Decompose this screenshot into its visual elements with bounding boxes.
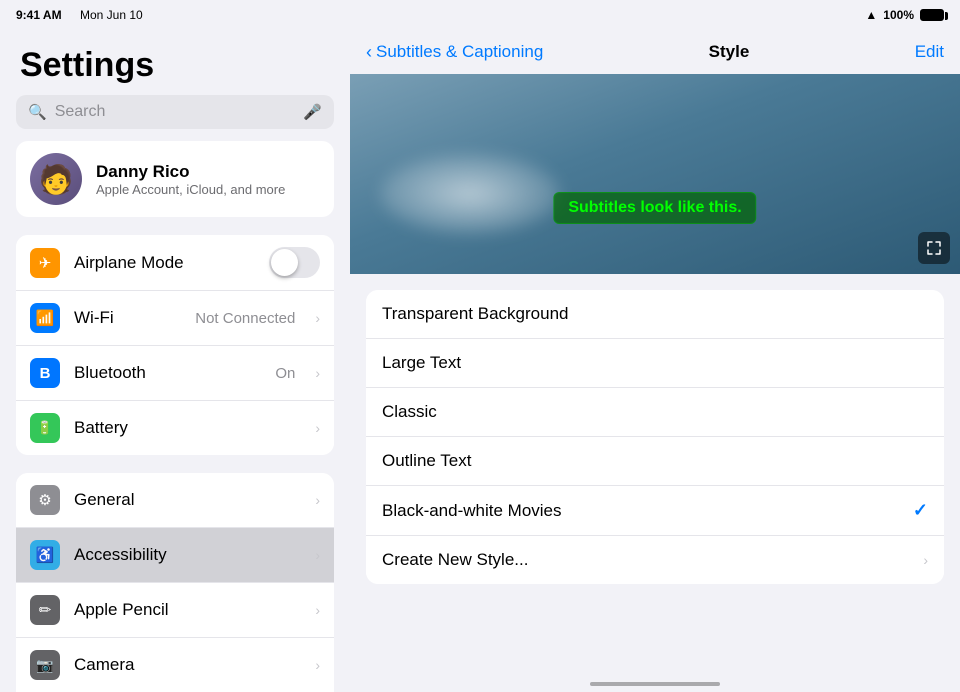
sidebar-item-bluetooth[interactable]: B Bluetooth On ›: [16, 346, 334, 401]
status-date: Mon Jun 10: [80, 8, 143, 22]
outline-text-label: Outline Text: [382, 451, 928, 471]
battery-percent: 100%: [883, 8, 914, 22]
battery-chevron: ›: [315, 420, 320, 436]
subtitle-preview: Subtitles look like this.: [553, 192, 756, 224]
back-chevron-icon: ‹: [366, 42, 372, 63]
search-input[interactable]: [55, 103, 296, 121]
status-bar-right: ▲ 100%: [865, 8, 944, 22]
battery-label: Battery: [74, 418, 301, 438]
camera-label: Camera: [74, 655, 301, 675]
status-time: 9:41 AM: [16, 8, 62, 22]
style-item-bw-movies[interactable]: Black-and-white Movies ✓: [366, 486, 944, 536]
pencil-icon: ✏: [30, 595, 60, 625]
account-subtitle: Apple Account, iCloud, and more: [96, 182, 285, 197]
wifi-value: Not Connected: [195, 310, 295, 327]
camera-chevron: ›: [315, 657, 320, 673]
sidebar-item-battery[interactable]: 🔋 Battery ›: [16, 401, 334, 455]
style-list: Transparent Background Large Text Classi…: [350, 274, 960, 692]
airplane-icon: ✈: [30, 248, 60, 278]
accessibility-chevron: ›: [315, 547, 320, 563]
account-name: Danny Rico: [96, 162, 285, 182]
sidebar-item-camera[interactable]: 📷 Camera ›: [16, 638, 334, 692]
avatar: 🧑: [30, 153, 82, 205]
style-item-large-text[interactable]: Large Text: [366, 339, 944, 388]
account-info: Danny Rico Apple Account, iCloud, and mo…: [96, 162, 285, 197]
bluetooth-icon: B: [30, 358, 60, 388]
search-icon: 🔍: [28, 103, 47, 121]
settings-title: Settings: [0, 30, 350, 95]
fullscreen-button[interactable]: [918, 232, 950, 264]
status-bar: 9:41 AM Mon Jun 10 ▲ 100%: [0, 0, 960, 30]
home-indicator: [590, 682, 720, 686]
battery-settings-icon: 🔋: [30, 413, 60, 443]
create-new-label: Create New Style...: [382, 550, 923, 570]
accessibility-icon: ♿: [30, 540, 60, 570]
back-button[interactable]: ‹ Subtitles & Captioning: [366, 42, 543, 63]
large-text-label: Large Text: [382, 353, 928, 373]
search-bar[interactable]: 🔍 🎤: [16, 95, 334, 129]
sidebar: Settings 🔍 🎤 🧑 Danny Rico Apple Account,…: [0, 0, 350, 692]
settings-group-2: ⚙ General › ♿ Accessibility › ✏ Apple Pe…: [16, 473, 334, 692]
nav-title: Style: [709, 42, 750, 62]
style-list-inner: Transparent Background Large Text Classi…: [366, 290, 944, 584]
wifi-settings-icon: 📶: [30, 303, 60, 333]
style-item-classic[interactable]: Classic: [366, 388, 944, 437]
back-label: Subtitles & Captioning: [376, 42, 543, 62]
bluetooth-label: Bluetooth: [74, 363, 261, 383]
bw-movies-check: ✓: [913, 500, 928, 521]
bluetooth-value: On: [275, 365, 295, 382]
edit-button[interactable]: Edit: [915, 42, 944, 62]
general-chevron: ›: [315, 492, 320, 508]
wifi-icon: ▲: [865, 8, 877, 22]
pencil-label: Apple Pencil: [74, 600, 301, 620]
sidebar-item-general[interactable]: ⚙ General ›: [16, 473, 334, 528]
general-icon: ⚙: [30, 485, 60, 515]
sidebar-item-pencil[interactable]: ✏ Apple Pencil ›: [16, 583, 334, 638]
bw-movies-label: Black-and-white Movies: [382, 501, 913, 521]
account-row[interactable]: 🧑 Danny Rico Apple Account, iCloud, and …: [16, 141, 334, 217]
toggle-knob: [271, 249, 298, 276]
nav-bar: ‹ Subtitles & Captioning Style Edit: [350, 30, 960, 74]
style-item-transparent-bg[interactable]: Transparent Background: [366, 290, 944, 339]
airplane-toggle[interactable]: [269, 247, 320, 278]
create-new-chevron: ›: [923, 552, 928, 568]
sidebar-item-accessibility[interactable]: ♿ Accessibility ›: [16, 528, 334, 583]
bluetooth-chevron: ›: [315, 365, 320, 381]
wifi-chevron: ›: [315, 310, 320, 326]
settings-group-1: ✈ Airplane Mode 📶 Wi-Fi Not Connected › …: [16, 235, 334, 455]
airplane-label: Airplane Mode: [74, 253, 255, 273]
pencil-chevron: ›: [315, 602, 320, 618]
camera-icon: 📷: [30, 650, 60, 680]
preview-area: Subtitles look like this.: [350, 74, 960, 274]
sidebar-item-airplane[interactable]: ✈ Airplane Mode: [16, 235, 334, 291]
clouds-decoration: [380, 154, 560, 234]
classic-label: Classic: [382, 402, 928, 422]
general-label: General: [74, 490, 301, 510]
style-item-create-new[interactable]: Create New Style... ›: [366, 536, 944, 584]
transparent-bg-label: Transparent Background: [382, 304, 928, 324]
mic-icon: 🎤: [303, 103, 322, 121]
sidebar-item-wifi[interactable]: 📶 Wi-Fi Not Connected ›: [16, 291, 334, 346]
battery-icon: [920, 9, 944, 21]
accessibility-label: Accessibility: [74, 545, 301, 565]
wifi-label: Wi-Fi: [74, 308, 181, 328]
main-panel: ‹ Subtitles & Captioning Style Edit Subt…: [350, 0, 960, 692]
style-item-outline-text[interactable]: Outline Text: [366, 437, 944, 486]
